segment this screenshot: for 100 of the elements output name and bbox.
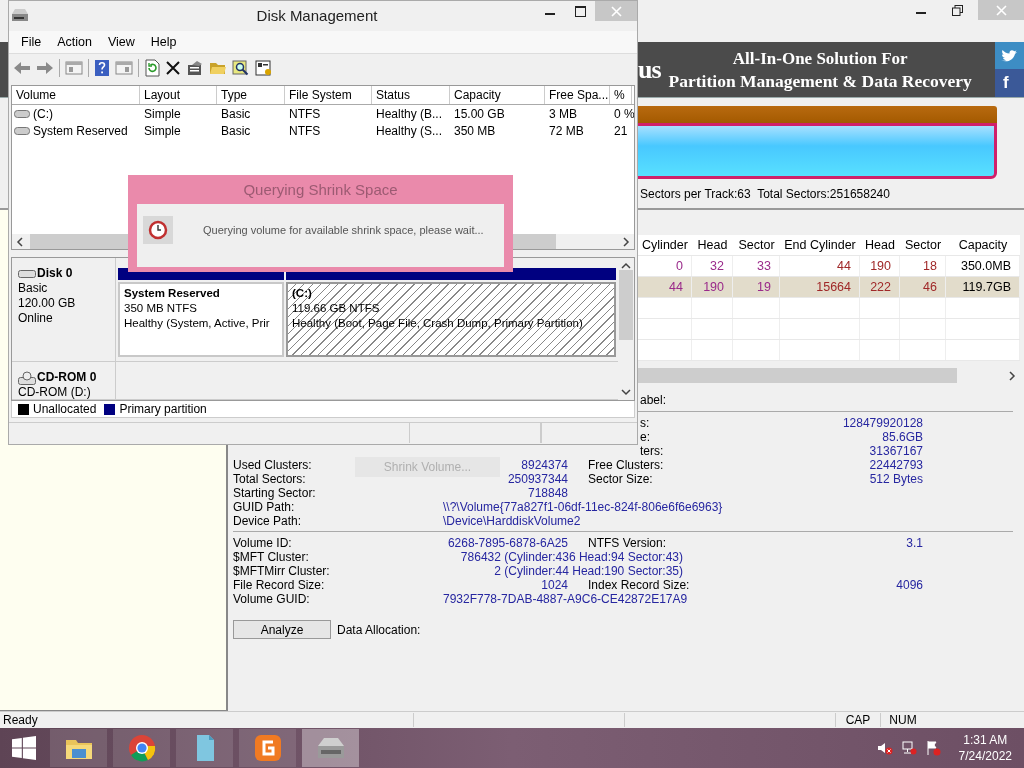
field-label: Data Allocation:	[337, 622, 421, 637]
help-icon[interactable]	[94, 59, 110, 77]
table-cell-text: Basic	[220, 123, 252, 138]
row-label[interactable]: System Reserved	[33, 123, 128, 138]
properties-icon[interactable]	[186, 60, 204, 76]
table-cell-text: Healthy (B...	[375, 106, 444, 121]
partition-status: Healthy (System, Active, Prir	[124, 316, 271, 331]
restore-icon[interactable]	[951, 4, 963, 16]
field-label: s:	[640, 416, 651, 430]
taskbar-button[interactable]	[176, 729, 233, 767]
column-header[interactable]: Status	[372, 86, 450, 104]
field-label: abel:	[640, 393, 667, 407]
analyze-button[interactable]: Analyze	[233, 620, 331, 639]
column-header[interactable]: End Cylinder	[780, 235, 860, 255]
partition-block[interactable]: (C:) 119.66 GB NTFS Healthy (Boot, Page File, Crash Dump, Primary Partition)	[286, 282, 616, 357]
field-value: 31367167	[868, 444, 923, 458]
partition-block[interactable]: System Reserved 350 MB NTFS Healthy (System, Active, Prir	[118, 282, 284, 357]
scroll-up-icon[interactable]	[621, 262, 631, 270]
field-label: Sector Size:	[588, 472, 654, 486]
column-header[interactable]: Sector	[733, 235, 780, 255]
magnifier-icon[interactable]	[232, 60, 250, 76]
scroll-right-icon[interactable]	[622, 236, 630, 247]
column-header[interactable]: %	[610, 86, 632, 104]
column-header[interactable]: Head	[860, 235, 900, 255]
network-icon[interactable]	[900, 740, 917, 756]
field-value: 512 Bytes	[868, 472, 923, 486]
table-cell-text: Simple	[143, 123, 182, 138]
row-label[interactable]: (C:)	[33, 106, 53, 121]
drive-icon	[18, 268, 36, 279]
taskbar-button[interactable]	[239, 729, 296, 767]
column-header[interactable]: Capacity	[946, 235, 1020, 255]
banner-heading: All-In-One Solution For	[732, 47, 908, 70]
table-cell-text: NTFS	[288, 123, 322, 138]
field-value: 6268-7895-6878-6A25	[447, 536, 568, 550]
back-arrow-icon[interactable]	[13, 60, 31, 76]
table-cell: 119.7GB	[946, 277, 1020, 297]
menu-item[interactable]: Help	[142, 35, 185, 49]
field-label: Device Path:	[233, 514, 302, 528]
table-cell: 190	[692, 277, 733, 297]
logo-text: us	[638, 54, 661, 85]
partition-status: Healthy (Boot, Page File, Crash Dump, Primary Partition)	[292, 316, 584, 331]
column-header[interactable]: Free Spa...	[545, 86, 610, 104]
start-icon[interactable]	[12, 736, 36, 760]
clock-time[interactable]: 1:31 AM	[963, 732, 1008, 748]
table-cell: 222	[860, 277, 900, 297]
refresh-icon[interactable]	[144, 59, 160, 77]
disk-name: Disk 0	[37, 266, 73, 281]
scroll-right-icon[interactable]	[1008, 370, 1016, 381]
partition-size: 119.66 GB NTFS	[292, 301, 381, 316]
disk-detail: 120.00 GB	[18, 296, 77, 311]
scroll-left-icon[interactable]	[16, 236, 24, 247]
field-label: $MFTMirr Cluster:	[233, 564, 330, 578]
settings-icon[interactable]	[255, 60, 273, 76]
menu-item[interactable]: Action	[49, 35, 100, 49]
column-header[interactable]: Volume	[12, 86, 140, 104]
column-header[interactable]: Type	[217, 86, 285, 104]
column-header[interactable]: Cylinder	[638, 235, 692, 255]
taskbar-button[interactable]	[302, 729, 359, 767]
table-cell: 32	[692, 256, 733, 276]
column-header[interactable]: Capacity	[450, 86, 545, 104]
forward-arrow-icon[interactable]	[36, 60, 54, 76]
field-label: Total Sectors:	[233, 472, 306, 486]
column-header[interactable]: Sector	[900, 235, 946, 255]
clock-icon	[148, 219, 168, 240]
pane-icon[interactable]	[65, 60, 83, 76]
table-row[interactable]: 44 190 19 15664 222 46 119.7GB	[638, 277, 1020, 298]
drive-icon	[14, 108, 30, 119]
flag-icon[interactable]	[924, 740, 941, 756]
field-label: Starting Sector:	[233, 486, 316, 500]
delete-icon[interactable]	[165, 60, 181, 76]
field-value: 85.6GB	[881, 430, 923, 444]
taskbar-button[interactable]	[113, 729, 170, 767]
field-label: ters:	[640, 444, 665, 458]
legend-label: Primary partition	[119, 402, 207, 416]
partition-name: (C:)	[292, 286, 313, 301]
clock-date[interactable]: 7/24/2022	[958, 748, 1012, 764]
bird-icon[interactable]	[995, 42, 1024, 69]
field-value: \Device\HarddiskVolume2	[443, 514, 582, 528]
column-header[interactable]: Layout	[140, 86, 217, 104]
taskbar-button[interactable]	[50, 729, 107, 767]
table-cell-text: 21	[613, 123, 629, 138]
disk-detail: Online	[18, 311, 54, 326]
menu-item[interactable]: File	[13, 35, 50, 49]
column-header[interactable]: File System	[285, 86, 372, 104]
field-value: 22442793	[868, 458, 923, 472]
field-label: $MFT Cluster:	[233, 550, 309, 564]
table-cell-text: 350 MB	[453, 123, 497, 138]
legend-label: Unallocated	[33, 402, 97, 416]
menu-item[interactable]: View	[99, 35, 143, 49]
table-cell: 350.0MB	[946, 256, 1020, 276]
field-label: File Record Size:	[233, 578, 325, 592]
pane-icon[interactable]	[115, 60, 133, 76]
social-button[interactable]: f	[995, 69, 1024, 97]
dialog-message: Querying volume for available shrink space, please wait...	[203, 223, 484, 236]
table-cell-text: 72 MB	[548, 123, 585, 138]
maximize-icon[interactable]	[574, 5, 586, 17]
muted-speaker-icon[interactable]	[876, 740, 893, 756]
column-header[interactable]: Head	[692, 235, 733, 255]
scroll-down-icon[interactable]	[621, 388, 631, 396]
window-title: Disk Management	[255, 6, 379, 26]
